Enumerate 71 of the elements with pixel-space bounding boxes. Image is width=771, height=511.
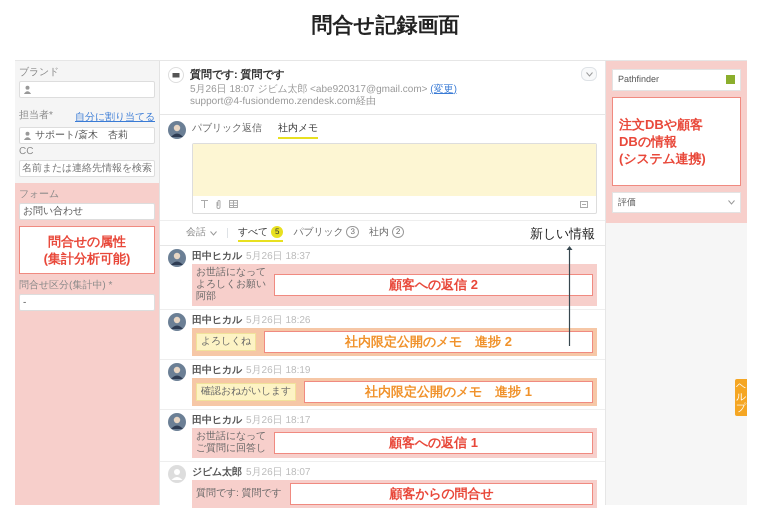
- ticket-subject: 質問です: 質問です: [190, 68, 286, 83]
- composer-tab[interactable]: パブリック返信: [192, 120, 262, 138]
- count-badge: 5: [271, 226, 284, 238]
- note-field[interactable]: [193, 144, 596, 196]
- composer-tab[interactable]: 社内メモ: [278, 120, 318, 138]
- annotation-label: 顧客への返信 2: [274, 274, 593, 296]
- message-time: 5月26日 18:37: [246, 250, 310, 264]
- count-badge: 2: [392, 226, 404, 238]
- annotation-label: 社内限定公開のメモ 進捗 1: [304, 381, 593, 403]
- ticket-time: 5月26日 18:07: [190, 84, 254, 94]
- annotation-label: 注文DBや顧客 DBの情報 (システム連携): [612, 96, 741, 186]
- caret-icon: [728, 200, 735, 205]
- avatar-icon: [168, 249, 186, 267]
- person-icon: [23, 85, 32, 94]
- caret-icon: [210, 230, 217, 236]
- message-time: 5月26日 18:07: [246, 466, 310, 480]
- field-label: CC: [19, 146, 34, 158]
- rating-dropdown[interactable]: 評価: [612, 192, 741, 213]
- avatar-icon: [168, 120, 186, 138]
- avatar-icon: [168, 465, 186, 483]
- form-field[interactable]: お問い合わせ: [19, 203, 155, 220]
- change-link[interactable]: (変更): [430, 84, 457, 94]
- author-name: 田中ヒカル: [192, 314, 242, 328]
- ticket-via: support@4-fusiondemo.zendesk.com経由: [190, 96, 377, 108]
- filter-tab[interactable]: すべて 5: [238, 224, 284, 242]
- annotation-label: 問合せの属性 (集計分析可能): [19, 226, 155, 274]
- annotation-label: 社内限定公開のメモ 進捗 2: [264, 331, 593, 353]
- field-label: 担当者*: [19, 110, 53, 123]
- message-time: 5月26日 18:26: [246, 314, 310, 328]
- avatar-icon: [168, 363, 186, 381]
- envelope-icon: [168, 67, 184, 83]
- field-label: フォーム: [19, 189, 60, 201]
- person-icon: [23, 131, 32, 140]
- assign-to-me-link[interactable]: 自分に割り当てる: [75, 110, 155, 125]
- field-value: サポート/斎木 杏莉: [35, 128, 128, 143]
- count-badge: 3: [346, 226, 359, 238]
- brand-field[interactable]: [19, 81, 155, 98]
- message-time: 5月26日 18:19: [246, 364, 310, 378]
- filter-tab[interactable]: パブリック 3: [293, 224, 359, 242]
- field-label: ブランド: [19, 67, 60, 79]
- annotation-caption: 新しい情報: [530, 224, 595, 242]
- avatar-icon: [168, 413, 186, 431]
- expand-icon[interactable]: [580, 200, 588, 208]
- author-name: 田中ヒカル: [192, 414, 242, 428]
- table-icon[interactable]: [229, 200, 238, 208]
- category-field[interactable]: -: [19, 294, 155, 311]
- annotation-label: 顧客への返信 1: [274, 432, 593, 454]
- caret-icon: [586, 72, 592, 76]
- app-icon[interactable]: [726, 75, 735, 84]
- message-text: 確認おねがいします: [201, 386, 291, 398]
- field-label: 問合せ区分(集計中) *: [19, 280, 114, 292]
- message-text: 質問です: 質問です: [196, 488, 282, 500]
- message-text: お世話になって ご質問に回答し: [196, 431, 266, 455]
- conversation-dropdown[interactable]: 会話: [186, 227, 217, 240]
- author-name: ジビム太郎: [192, 465, 242, 480]
- text-format-icon[interactable]: [201, 200, 208, 208]
- avatar-icon: [168, 313, 186, 331]
- message-text: よろしくね: [201, 336, 251, 348]
- message-time: 5月26日 18:17: [246, 414, 310, 428]
- slide-title: 問合せ記録画面: [310, 13, 460, 39]
- message-text: お世話になって よろしくお願い 阿部: [196, 267, 266, 303]
- ticket-requester: ジビム太郎 <abe920317@gmail.com>: [257, 84, 428, 94]
- options-dropdown[interactable]: [581, 67, 597, 81]
- app-title: Pathfinder: [618, 73, 660, 86]
- assignee-field[interactable]: サポート/斎木 杏莉: [19, 127, 155, 144]
- cc-field[interactable]: 名前または連絡先情報を検索: [19, 160, 155, 177]
- filter-tab[interactable]: 社内 2: [368, 224, 404, 242]
- annotation-label: 顧客からの問合せ: [290, 483, 593, 505]
- paperclip-icon[interactable]: [216, 200, 221, 208]
- author-name: 田中ヒカル: [192, 250, 242, 264]
- author-name: 田中ヒカル: [192, 364, 242, 378]
